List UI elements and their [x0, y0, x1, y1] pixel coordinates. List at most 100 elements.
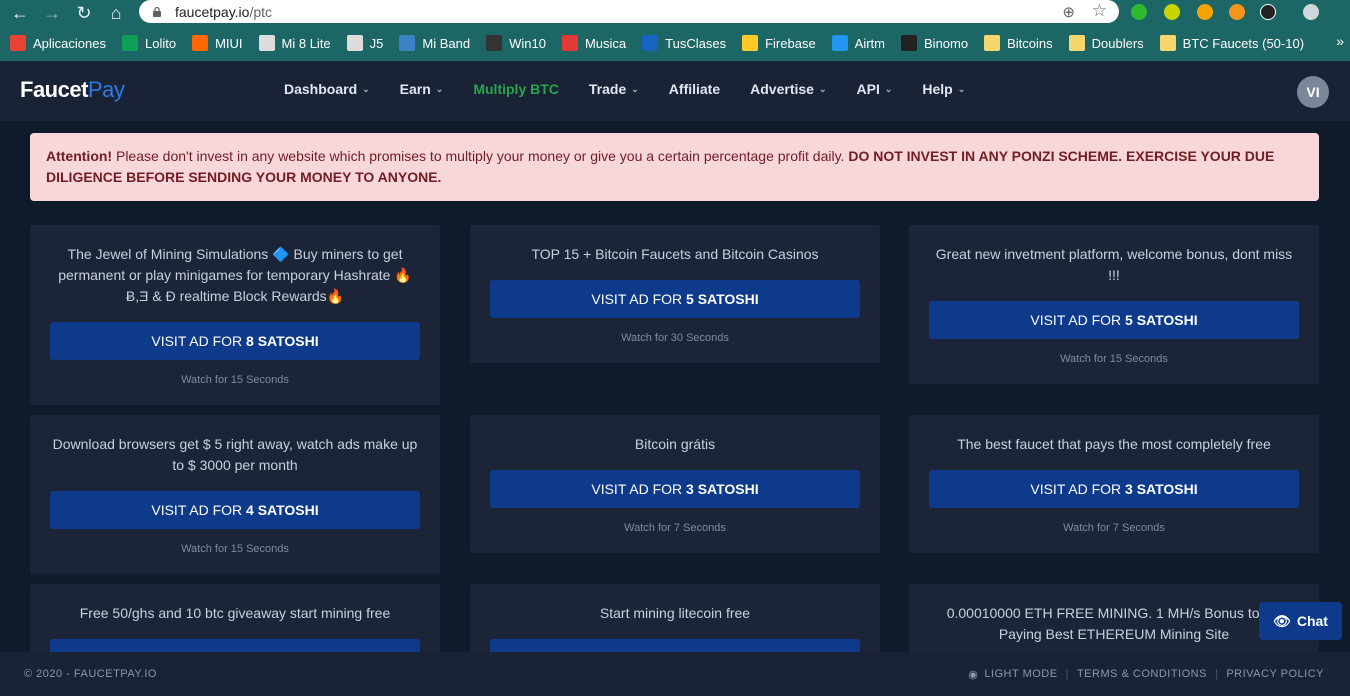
extension-icon[interactable]: [1131, 4, 1147, 20]
bookmark-item[interactable]: Binomo: [901, 35, 968, 51]
visit-ad-amount: 3 SATOSHI: [686, 481, 759, 497]
profile-icon[interactable]: [1303, 4, 1319, 20]
chat-button[interactable]: 👁 Chat: [1259, 602, 1342, 640]
back-icon[interactable]: ←: [4, 4, 36, 22]
bookmark-label: Binomo: [924, 35, 969, 51]
bookmark-label: Aplicaciones: [33, 35, 106, 51]
bookmark-item[interactable]: J5: [346, 35, 384, 51]
nav-item-dashboard[interactable]: Dashboard ⌄: [284, 81, 370, 97]
visit-ad-button[interactable]: VISIT AD FOR 8 SATOSHI: [50, 322, 420, 360]
ad-description: TOP 15 + Bitcoin Faucets and Bitcoin Cas…: [531, 246, 819, 262]
privacy-link[interactable]: PRIVACY POLICY: [1226, 668, 1324, 680]
faucetpay-logo[interactable]: FaucetPay: [20, 77, 125, 103]
bookmark-favicon-icon: [561, 35, 578, 51]
watch-duration: Watch for 15 Seconds: [1060, 353, 1168, 365]
ad-card: TOP 15 + Bitcoin Faucets and Bitcoin Cas…: [470, 225, 880, 363]
extension-icon[interactable]: [1164, 4, 1180, 20]
eye-icon: 👁: [1273, 612, 1291, 629]
nav-item-affiliate[interactable]: Affiliate: [669, 81, 720, 97]
bookmark-label: Firebase: [765, 35, 816, 51]
bookmark-label: J5: [369, 35, 384, 51]
nav-item-multiply-btc[interactable]: Multiply BTC: [473, 81, 559, 97]
visit-ad-label: VISIT AD FOR: [1030, 312, 1126, 328]
ad-description: Bitcoin grátis: [634, 436, 716, 452]
user-avatar[interactable]: VI: [1297, 76, 1329, 108]
visit-ad-button[interactable]: VISIT AD FOR: [50, 639, 420, 652]
nav-item-help[interactable]: Help ⌄: [922, 81, 965, 97]
nav-item-advertise[interactable]: Advertise ⌄: [750, 81, 826, 97]
ad-card: Bitcoin grátis VISIT AD FOR 3 SATOSHI Watc…: [470, 415, 880, 553]
nav-item-api[interactable]: API ⌄: [857, 81, 893, 97]
home-icon[interactable]: ⌂: [100, 4, 132, 22]
bookmark-star-icon[interactable]: ☆: [1092, 1, 1107, 21]
nav-item-trade[interactable]: Trade ⌄: [589, 81, 639, 97]
bookmark-item[interactable]: Doublers: [1068, 35, 1144, 51]
bookmark-item[interactable]: Firebase: [742, 35, 816, 51]
visit-ad-button[interactable]: VISIT AD FOR 3 SATOSHI: [490, 470, 860, 508]
ad-card: Great new invetment platform, welcome bo…: [909, 225, 1319, 384]
bookmark-item[interactable]: Mi Band: [399, 35, 470, 51]
bookmark-item[interactable]: Airtm: [831, 35, 885, 51]
bookmarks-bar: Aplicaciones Lolito MIUI Mi 8 Lite J5 Mi Band…: [0, 25, 1350, 61]
visit-ad-button[interactable]: VISIT AD FOR 5 SATOSHI: [490, 280, 860, 318]
bookmark-label: Lolito: [145, 35, 177, 51]
bookmark-item[interactable]: MIUI: [192, 35, 243, 51]
nav-item-label: Multiply BTC: [473, 81, 559, 97]
bookmark-item[interactable]: Bitcoins: [984, 35, 1053, 51]
bookmark-item[interactable]: Musica: [561, 35, 626, 51]
bookmarks-overflow-icon[interactable]: »: [1336, 33, 1344, 49]
bookmark-item[interactable]: TusClases: [642, 35, 726, 51]
visit-ad-button[interactable]: VISIT AD FOR 4 SATOSHI: [50, 491, 420, 529]
bookmark-favicon-icon: [831, 35, 848, 51]
bookmark-item[interactable]: Lolito: [122, 35, 176, 51]
copyright-text: © 2020 - FAUCETPAY.IO: [24, 668, 157, 680]
extension-icon[interactable]: [1229, 4, 1245, 20]
visit-ad-amount: 5 SATOSHI: [1125, 312, 1198, 328]
bookmark-item[interactable]: Win10: [486, 35, 546, 51]
nav-item-label: Affiliate: [668, 81, 721, 97]
nav-item-label: API: [856, 81, 880, 97]
visit-ad-amount: 3 SATOSHI: [1125, 481, 1198, 497]
footer-links: ◉ LIGHT MODE | TERMS & CONDITIONS | PRIV…: [968, 668, 1324, 681]
bookmark-favicon-icon: [399, 35, 416, 51]
bookmark-favicon-icon: [1068, 35, 1085, 51]
divider: |: [1214, 668, 1219, 680]
attention-alert: Attention! Please don't invest in any we…: [30, 133, 1319, 201]
bookmark-favicon-icon: [10, 35, 26, 51]
bookmark-item[interactable]: Aplicaciones: [10, 35, 106, 51]
nav-item-earn[interactable]: Earn ⌄: [400, 81, 444, 97]
light-mode-link[interactable]: LIGHT MODE: [984, 668, 1057, 680]
watch-duration: Watch for 7 Seconds: [1063, 522, 1165, 534]
bookmark-favicon-icon: [742, 35, 759, 51]
extension-icon[interactable]: [1260, 4, 1276, 20]
visit-ad-button[interactable]: VISIT AD FOR: [490, 639, 860, 652]
watch-duration: Watch for 7 Seconds: [624, 522, 726, 534]
visit-ad-amount: 4 SATOSHI: [246, 502, 319, 518]
chevron-down-icon: ⌄: [818, 83, 827, 94]
ad-description: Great new invetment platform, welcome bo…: [935, 246, 1293, 283]
ad-card: Download browsers get $ 5 right away, wa…: [30, 415, 440, 574]
ptc-page: Attention! Please don't invest in any we…: [0, 121, 1350, 652]
extension-icon[interactable]: [1197, 4, 1213, 20]
visit-ad-label: VISIT AD FOR: [151, 333, 247, 349]
reload-icon[interactable]: ↻: [68, 4, 100, 22]
visit-ad-button[interactable]: VISIT AD FOR 5 SATOSHI: [929, 301, 1299, 339]
zoom-icon[interactable]: ⊕: [1062, 3, 1075, 21]
ad-description: 0.00010000 ETH FREE MINING. 1 MH/s Bonus…: [946, 605, 1282, 642]
bookmark-favicon-icon: [346, 35, 363, 51]
visit-ad-label: VISIT AD FOR: [591, 291, 687, 307]
chevron-down-icon: ⌄: [957, 83, 966, 94]
ad-card: 0.00010000 ETH FREE MINING. 1 MH/s Bonus…: [909, 584, 1319, 652]
bookmark-item[interactable]: Mi 8 Lite: [258, 35, 331, 51]
address-bar[interactable]: faucetpay.io/ptc ⊕ ☆: [139, 0, 1119, 23]
forward-icon[interactable]: →: [36, 4, 68, 22]
bookmark-label: Doublers: [1091, 35, 1144, 51]
visit-ad-button[interactable]: VISIT AD FOR 3 SATOSHI: [929, 470, 1299, 508]
bookmark-item[interactable]: BTC Faucets (50-10): [1159, 35, 1304, 51]
visit-ad-label: VISIT AD FOR: [151, 502, 247, 518]
divider: |: [1065, 668, 1069, 680]
ad-description: Free 50/ghs and 10 btc giveaway start mi…: [79, 605, 391, 621]
ad-description: The best faucet that pays the most compl…: [957, 436, 1271, 452]
chevron-down-icon: ⌄: [631, 83, 639, 94]
terms-link[interactable]: TERMS & CONDITIONS: [1077, 668, 1207, 680]
